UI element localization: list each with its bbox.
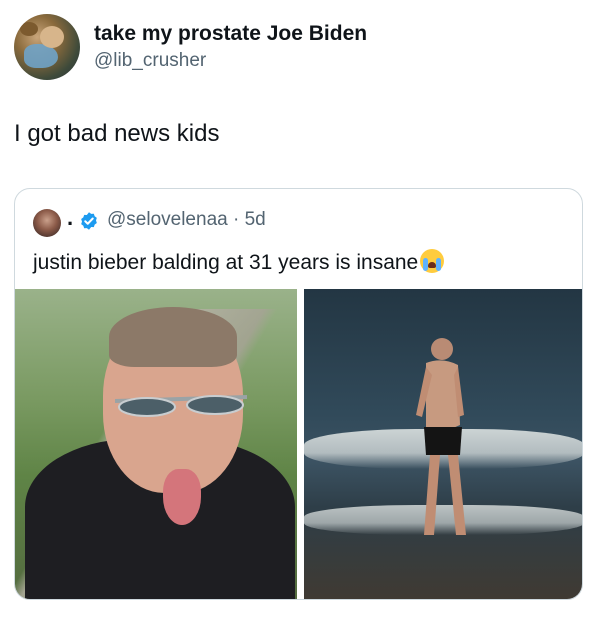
verified-badge-icon xyxy=(81,212,97,230)
person-figure xyxy=(416,338,466,535)
quoted-text: justin bieber balding at 31 years is ins… xyxy=(33,251,419,274)
quoted-tweet-text: justin bieber balding at 31 years is ins… xyxy=(33,249,445,275)
quoted-avatar[interactable] xyxy=(33,209,61,237)
quoted-tweet-card[interactable]: . @selovelenaa · 5d justin bieber baldin… xyxy=(14,188,583,600)
quoted-display-name[interactable]: . xyxy=(67,205,73,231)
sunglasses xyxy=(115,395,247,417)
photo-right[interactable] xyxy=(304,289,582,599)
tweet-text: I got bad news kids xyxy=(14,120,220,147)
photo-left[interactable] xyxy=(15,289,297,599)
display-name[interactable]: take my prostate Joe Biden xyxy=(94,22,367,46)
handle[interactable]: @lib_crusher xyxy=(94,50,206,72)
avatar[interactable] xyxy=(14,14,80,80)
quoted-handle-time[interactable]: @selovelenaa · 5d xyxy=(107,209,266,231)
loudly-crying-face-icon xyxy=(420,249,445,273)
